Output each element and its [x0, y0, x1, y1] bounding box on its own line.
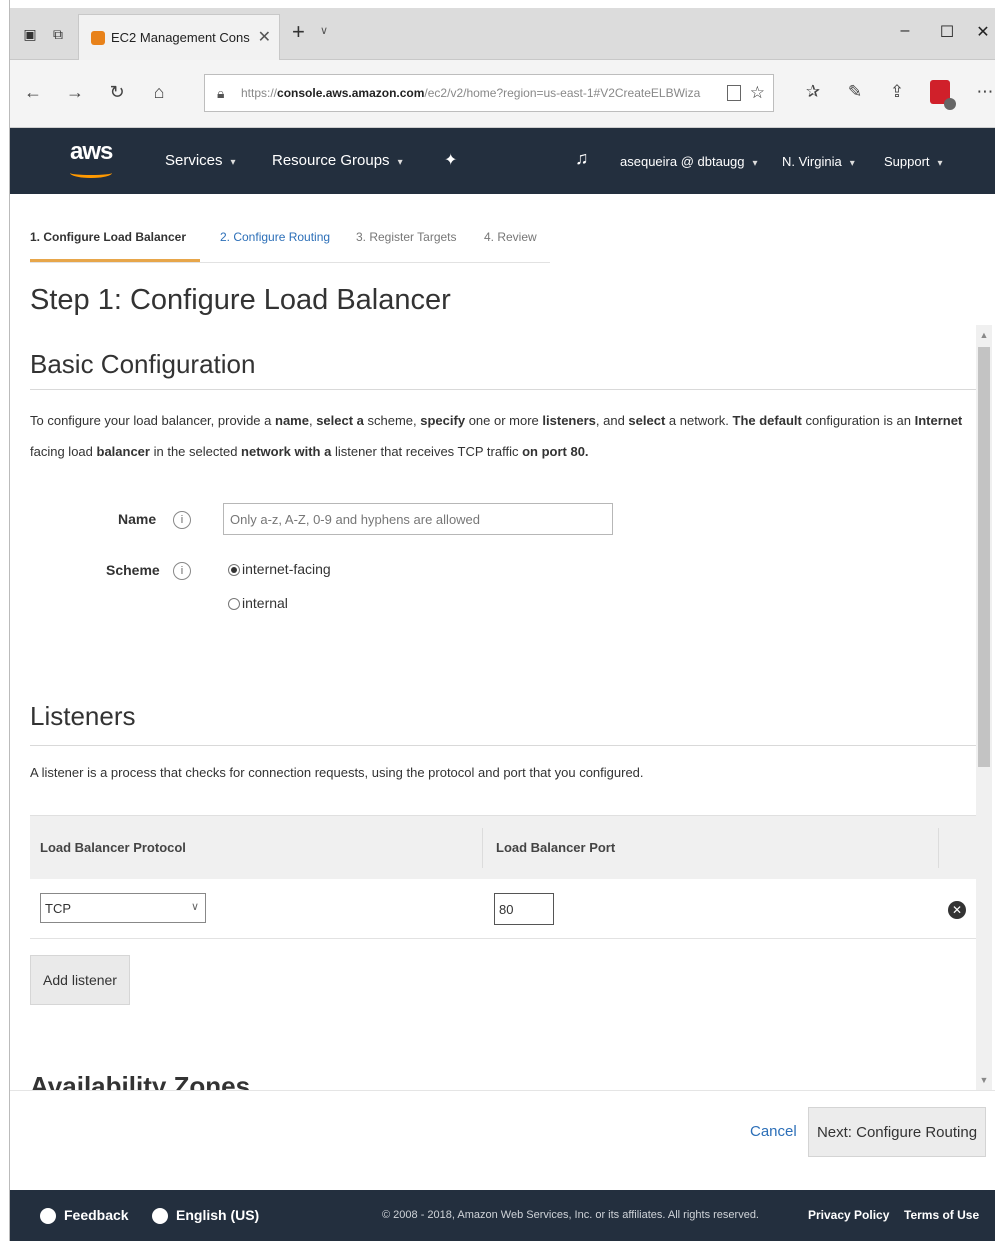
region-menu[interactable]: N. Virginia ▾ — [782, 154, 855, 169]
bell-icon[interactable]: ♫ — [575, 148, 589, 169]
basic-config-description: To configure your load balancer, provide… — [30, 413, 963, 459]
forward-icon[interactable]: → — [62, 82, 88, 103]
scheme-label: Scheme — [106, 562, 160, 578]
aws-logo[interactable]: aws — [70, 138, 113, 166]
wizard-divider — [30, 262, 550, 263]
listeners-description: A listener is a process that checks for … — [30, 765, 644, 780]
set-aside-tabs-icon[interactable]: ⧉ — [48, 24, 68, 44]
pin-icon[interactable]: ✦ — [444, 150, 457, 170]
url-field[interactable]: 🔒︎ https://console.aws.amazon.com/ec2/v2… — [204, 74, 774, 112]
listeners-heading: Listeners — [30, 701, 136, 731]
name-label: Name — [118, 511, 157, 527]
table-row: TCP ∨ ✕ — [30, 879, 976, 939]
scroll-up-icon[interactable]: ▲ — [976, 327, 992, 343]
copyright-text: © 2008 - 2018, Amazon Web Services, Inc.… — [382, 1209, 759, 1221]
protocol-value: TCP — [45, 901, 71, 916]
tab-actions-icon[interactable]: ▣ — [20, 24, 40, 44]
window-close-icon[interactable]: ✕ — [968, 22, 995, 42]
terms-of-use-link[interactable]: Terms of Use — [904, 1208, 979, 1222]
home-icon[interactable]: ⌂ — [146, 82, 172, 103]
column-separator — [482, 828, 483, 868]
chevron-down-icon: ▾ — [752, 158, 758, 169]
services-menu[interactable]: Services ▾ — [165, 152, 236, 169]
scroll-down-icon[interactable]: ▼ — [976, 1072, 992, 1088]
support-menu[interactable]: Support ▾ — [884, 154, 943, 169]
feedback-bubble-icon — [40, 1208, 56, 1225]
maximize-icon[interactable]: ☐ — [932, 22, 962, 42]
extension-icon[interactable] — [930, 80, 956, 110]
wizard-step-register-targets: 3. Register Targets — [356, 230, 457, 244]
cancel-link[interactable]: Cancel — [750, 1123, 797, 1140]
favorites-hub-icon[interactable]: ✰ — [800, 82, 826, 102]
tab-list-chevron-icon[interactable]: ∨ — [320, 24, 328, 37]
globe-icon — [152, 1208, 168, 1225]
language-selector[interactable]: English (US) — [152, 1207, 259, 1225]
new-tab-icon[interactable]: + — [292, 20, 305, 44]
chevron-down-icon: ▾ — [937, 158, 943, 169]
next-configure-routing-button[interactable]: Next: Configure Routing — [808, 1107, 986, 1157]
reading-view-icon[interactable] — [727, 85, 741, 101]
col-header-port: Load Balancer Port — [496, 840, 616, 855]
web-note-icon[interactable]: ✎ — [842, 82, 868, 102]
col-header-protocol: Load Balancer Protocol — [40, 840, 186, 855]
info-icon[interactable]: i — [173, 562, 191, 580]
wizard-step-configure-load-balancer[interactable]: 1. Configure Load Balancer — [30, 218, 200, 262]
wizard-content: Basic Configuration To configure your lo… — [18, 325, 976, 1090]
aws-logo-smile — [70, 168, 112, 178]
remove-listener-icon[interactable]: ✕ — [948, 901, 966, 919]
section-divider — [30, 389, 976, 390]
chevron-down-icon: ▾ — [230, 157, 236, 168]
chevron-down-icon: ▾ — [397, 157, 403, 168]
tab-close-icon[interactable]: ✕ — [258, 27, 271, 47]
listeners-table-header: Load Balancer Protocol Load Balancer Por… — [30, 815, 976, 879]
chevron-down-icon: ∨ — [190, 901, 199, 913]
basic-config-heading: Basic Configuration — [30, 349, 256, 379]
tab-title: EC2 Management Cons — [111, 30, 250, 45]
share-icon[interactable]: ⇪ — [884, 82, 910, 102]
aws-top-nav: aws Services ▾ Resource Groups ▾ ✦ ♫ asequ… — [10, 128, 995, 194]
lock-icon: 🔒︎ — [217, 85, 225, 101]
window-left-edge — [0, 0, 10, 1241]
name-input[interactable] — [223, 503, 613, 535]
url-text: https://console.aws.amazon.com/ec2/v2/ho… — [241, 86, 701, 100]
column-separator — [938, 828, 939, 868]
privacy-policy-link[interactable]: Privacy Policy — [808, 1208, 889, 1222]
radio-unselected-icon[interactable] — [228, 598, 240, 611]
favorite-star-icon[interactable]: ☆ — [750, 83, 765, 103]
wizard-step-configure-routing[interactable]: 2. Configure Routing — [220, 218, 330, 262]
radio-selected-icon[interactable] — [228, 564, 240, 577]
browser-addressbar: ← → ↻ ⌂ 🔒︎ https://console.aws.amazon.co… — [10, 60, 995, 128]
chevron-down-icon: ▾ — [849, 158, 855, 169]
wizard-step-review: 4. Review — [484, 230, 537, 244]
browser-tab[interactable]: EC2 Management Cons ✕ — [78, 14, 280, 60]
back-icon[interactable]: ← — [20, 82, 46, 103]
scheme-radio-internal[interactable]: internal — [228, 595, 288, 611]
aws-footer: Feedback English (US) © 2008 - 2018, Ama… — [10, 1190, 995, 1241]
availability-zones-heading: Availability Zones — [30, 1071, 251, 1090]
content-scrollbar[interactable]: ▲ ▼ — [976, 325, 992, 1090]
protocol-select[interactable]: TCP ∨ — [40, 893, 206, 923]
resource-groups-menu[interactable]: Resource Groups ▾ — [272, 152, 403, 169]
wizard-action-bar: Cancel Next: Configure Routing — [10, 1090, 995, 1190]
more-menu-icon[interactable]: ⋯ — [972, 82, 995, 102]
account-menu[interactable]: asequeira @ dbtaugg ▾ — [620, 154, 758, 169]
browser-titlebar: ▣ ⧉ EC2 Management Cons ✕ + ∨ – ☐ ✕ — [10, 8, 995, 60]
aws-favicon-icon — [91, 31, 105, 45]
minimize-icon[interactable]: – — [890, 22, 920, 40]
info-icon[interactable]: i — [173, 511, 191, 529]
refresh-icon[interactable]: ↻ — [104, 82, 130, 103]
scheme-radio-internet-facing[interactable]: internet-facing — [228, 561, 331, 577]
feedback-link[interactable]: Feedback — [40, 1207, 129, 1225]
page-title: Step 1: Configure Load Balancer — [30, 284, 451, 316]
add-listener-button[interactable]: Add listener — [30, 955, 130, 1005]
port-input[interactable] — [494, 893, 554, 925]
scroll-thumb[interactable] — [978, 347, 990, 767]
section-divider — [30, 745, 976, 746]
